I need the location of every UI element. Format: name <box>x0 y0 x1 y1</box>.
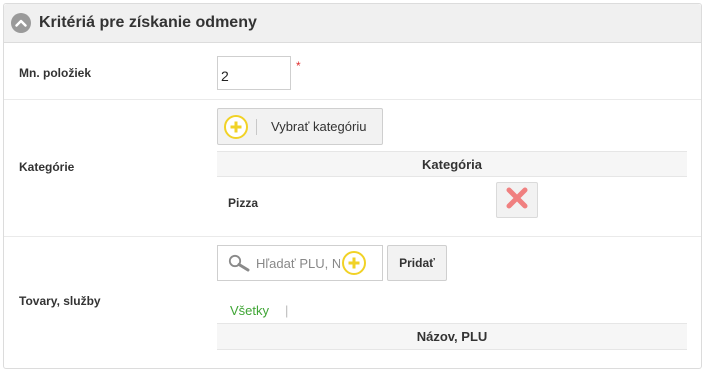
chevron-up-icon[interactable] <box>11 13 31 33</box>
button-divider <box>256 118 257 135</box>
category-row-name: Pizza <box>228 196 259 210</box>
delete-category-button[interactable] <box>496 182 538 218</box>
panel-header: Kritériá pre získanie odmeny <box>4 4 701 43</box>
panel-title: Kritériá pre získanie odmeny <box>39 14 257 31</box>
search-icon <box>228 254 250 272</box>
plus-icon[interactable] <box>342 251 366 275</box>
product-search-box <box>217 245 383 281</box>
quantity-field[interactable] <box>217 56 291 90</box>
product-column-header: Názov, PLU <box>217 323 687 350</box>
filter-separator: | <box>285 303 289 318</box>
add-product-label: Pridať <box>399 256 435 270</box>
products-label: Tovary, služby <box>19 294 101 308</box>
add-product-button[interactable]: Pridať <box>387 245 447 281</box>
select-category-button[interactable]: Vybrať kategóriu <box>217 108 383 145</box>
required-marker: * <box>296 59 301 73</box>
quantity-row <box>4 43 701 100</box>
select-category-label: Vybrať kategóriu <box>271 119 367 134</box>
product-search-input[interactable] <box>256 252 340 274</box>
categories-label: Kategórie <box>19 160 75 174</box>
quantity-label: Mn. položiek <box>19 66 91 80</box>
category-column-header: Kategória <box>217 151 687 177</box>
plus-icon <box>224 114 248 139</box>
reward-criteria-panel: Kritériá pre získanie odmeny Mn. položie… <box>3 3 702 369</box>
filter-all-link[interactable]: Všetky <box>230 303 269 318</box>
close-icon <box>506 187 528 214</box>
